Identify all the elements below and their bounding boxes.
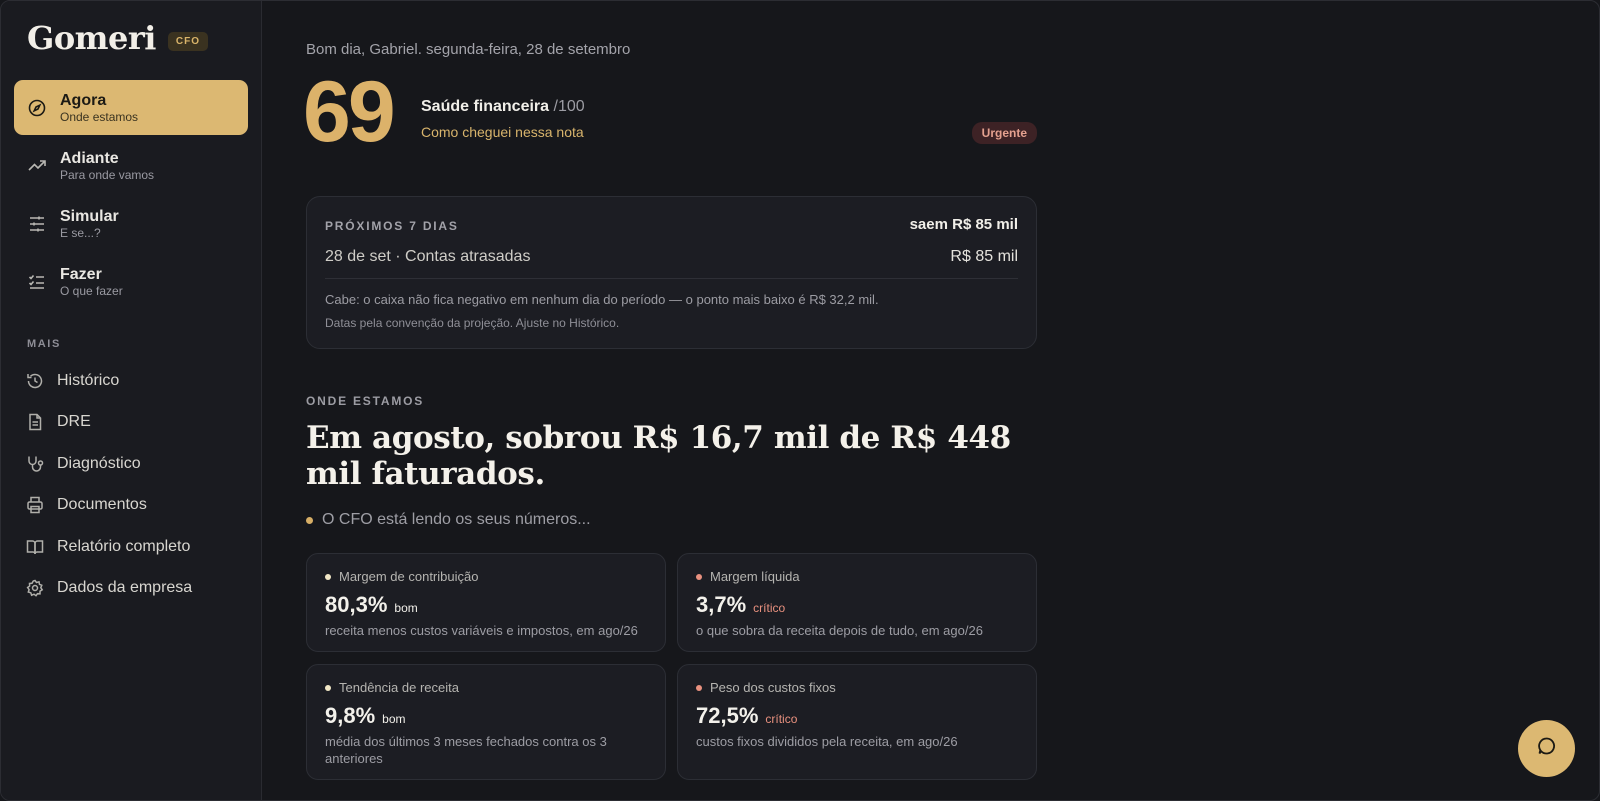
urgent-badge: Urgente — [971, 122, 1037, 144]
nav-item-label: Diagnóstico — [57, 454, 141, 472]
metric-card-margem-contribuicao[interactable]: Margem de contribuição 80,3% bom receita … — [306, 553, 666, 652]
metric-value: 80,3% — [325, 592, 388, 617]
status-dot — [325, 573, 331, 580]
trending-up-icon — [27, 156, 47, 176]
nav-item-subtitle: Para onde vamos — [60, 168, 155, 182]
metric-value: 72,5% — [696, 703, 759, 728]
card-summary: saem R$ 85 mil — [909, 216, 1018, 233]
metric-description: receita menos custos variáveis e imposto… — [325, 623, 638, 638]
nav-item-adiante[interactable]: Adiante Para onde vamos — [14, 138, 248, 193]
nav-item-historico[interactable]: Histórico — [25, 360, 245, 402]
nav-item-dre[interactable]: DRE — [25, 402, 245, 444]
sidebar: Gomeri CFO Agora Onde estamos Adiante Pa… — [1, 1, 262, 800]
health-score: 69 — [303, 64, 396, 160]
nav-item-label: Histórico — [57, 371, 120, 389]
nav-item-title: Adiante — [60, 150, 119, 167]
nav-item-subtitle: O que fazer — [60, 284, 123, 298]
metric-description: média dos últimos 3 meses fechados contr… — [325, 734, 607, 766]
nav-item-label: Dados da empresa — [57, 579, 193, 597]
nav-item-simular[interactable]: Simular E se...? — [14, 196, 248, 251]
brand[interactable]: Gomeri CFO — [27, 19, 209, 57]
book-icon — [25, 537, 45, 557]
brand-logo: Gomeri — [27, 19, 156, 57]
nav-item-relatorio[interactable]: Relatório completo — [25, 526, 245, 568]
primary-nav: Agora Onde estamos Adiante Para onde vam… — [14, 80, 248, 312]
printer-icon — [25, 495, 45, 515]
chat-button[interactable] — [1518, 720, 1575, 777]
app-window: Gomeri CFO Agora Onde estamos Adiante Pa… — [0, 0, 1600, 801]
secondary-nav: Histórico DRE Diagnóstico Documentos Rel… — [25, 360, 245, 609]
metric-title: Peso dos custos fixos — [710, 680, 836, 695]
cash-note: Cabe: o caixa não fica negativo em nenhu… — [325, 292, 879, 307]
dates-note: Datas pela convenção da projeção. Ajuste… — [325, 316, 620, 330]
compass-icon — [27, 98, 47, 118]
nav-item-subtitle: E se...? — [60, 226, 101, 240]
status-dot — [696, 684, 702, 691]
headline: Em agosto, sobrou R$ 16,7 mil de R$ 448 … — [306, 420, 1011, 492]
nav-item-title: Agora — [60, 92, 107, 109]
metric-status: crítico — [765, 712, 798, 726]
health-explanation-link[interactable]: Como cheguei nessa nota — [421, 124, 584, 140]
metric-card-custos-fixos[interactable]: Peso dos custos fixos 72,5% crítico custo… — [677, 664, 1037, 780]
metric-title: Tendência de receita — [339, 680, 459, 695]
payment-row-label: 28 de set · Contas atrasadas — [325, 248, 531, 265]
card-label: PRÓXIMOS 7 DIAS — [325, 219, 459, 233]
nav-item-label: Relatório completo — [57, 537, 191, 555]
document-icon — [25, 412, 45, 432]
stethoscope-icon — [25, 454, 45, 474]
nav-item-label: Documentos — [57, 496, 147, 514]
metric-card-tendencia-receita[interactable]: Tendência de receita 9,8% bom média dos ú… — [306, 664, 666, 780]
health-title-text: Saúde financeira — [421, 98, 550, 115]
metric-status: crítico — [753, 601, 786, 615]
payment-row-value: R$ 85 mil — [950, 248, 1018, 265]
metric-title: Margem de contribuição — [339, 569, 479, 584]
status-dot — [325, 684, 331, 691]
metric-description: o que sobra da receita depois de tudo, e… — [696, 623, 983, 638]
metric-status: bom — [382, 712, 406, 726]
nav-item-label: DRE — [57, 413, 91, 431]
sliders-icon — [27, 214, 47, 234]
brand-badge: CFO — [167, 31, 209, 51]
metric-title: Margem líquida — [710, 569, 800, 584]
loading-text: O CFO está lendo os seus números... — [322, 511, 591, 528]
nav-item-dados-empresa[interactable]: Dados da empresa — [25, 568, 245, 610]
loading-dot — [306, 516, 313, 524]
health-scale: /100 — [553, 98, 585, 115]
loading-status: O CFO está lendo os seus números... — [306, 511, 591, 529]
section-label: ONDE ESTAMOS — [306, 394, 425, 408]
metric-status: bom — [394, 601, 418, 615]
nav-item-title: Simular — [60, 208, 119, 225]
history-icon — [25, 371, 45, 391]
nav-item-agora[interactable]: Agora Onde estamos — [14, 80, 248, 135]
status-dot — [696, 573, 702, 580]
metric-card-margem-liquida[interactable]: Margem líquida 3,7% crítico o que sobra d… — [677, 553, 1037, 652]
greeting: Bom dia, Gabriel. segunda-feira, 28 de s… — [306, 41, 631, 58]
checklist-icon — [27, 272, 47, 292]
metric-description: custos fixos divididos pela receita, em … — [696, 734, 958, 749]
chat-bubble-icon — [1536, 735, 1558, 762]
nav-item-diagnostico[interactable]: Diagnóstico — [25, 443, 245, 485]
nav-item-fazer[interactable]: Fazer O que fazer — [14, 254, 248, 309]
gear-icon — [25, 578, 45, 598]
nav-item-title: Fazer — [60, 266, 102, 283]
nav-item-subtitle: Onde estamos — [60, 110, 139, 124]
nav-section-label: MAIS — [27, 338, 61, 350]
metric-value: 9,8% — [325, 703, 376, 728]
next-7-days-card: PRÓXIMOS 7 DIAS saem R$ 85 mil 28 de set… — [306, 196, 1037, 349]
metric-value: 3,7% — [696, 592, 747, 617]
nav-item-documentos[interactable]: Documentos — [25, 485, 245, 527]
health-title: Saúde financeira /100 — [421, 98, 585, 116]
divider — [325, 278, 1018, 279]
